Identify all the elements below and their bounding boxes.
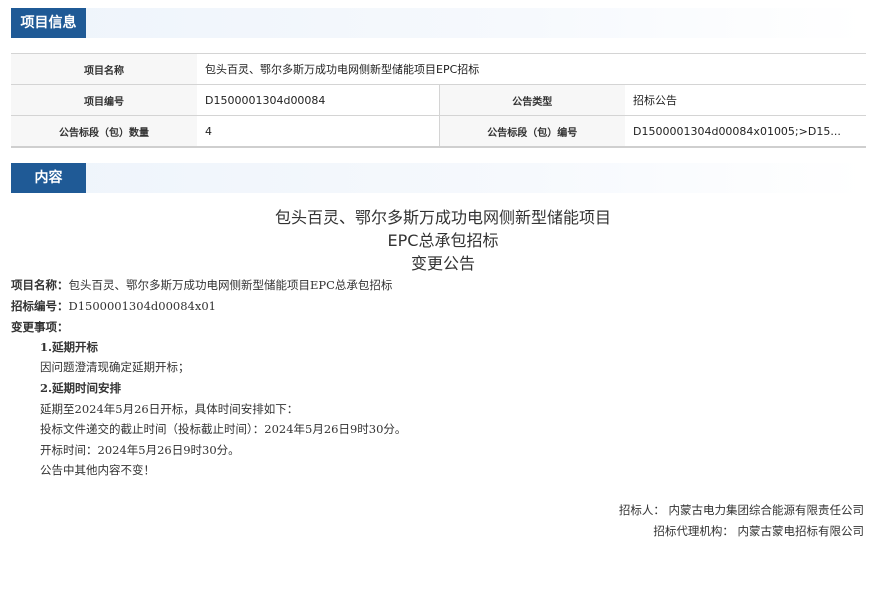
document-title-line2: EPC总承包招标 [387, 231, 499, 250]
lot-count-label: 公告标段（包）数量 [11, 115, 197, 148]
item1-title: 1.延期开标 [40, 340, 99, 354]
item2-line4: 公告中其他内容不变！ [40, 463, 155, 477]
content-header: 内容 [11, 163, 866, 193]
project-name-label: 项目名称 [11, 53, 197, 85]
project-name-line-label: 项目名称： [11, 278, 69, 292]
item2-line1: 延期至2024年5月26日开标，具体时间安排如下： [40, 402, 299, 416]
project-no-label: 项目编号 [11, 84, 197, 116]
change-items-label: 变更事项： [11, 320, 69, 334]
project-name-line-value: 包头百灵、鄂尔多斯万成功电网侧新型储能项目EPC总承包招标 [68, 278, 393, 292]
document-title-line3: 变更公告 [410, 254, 475, 273]
table-row: 项目编号 D1500001304d00084 公告类型 招标公告 [11, 84, 867, 116]
item2-line2: 投标文件递交的截止时间（投标截止时间）：2024年5月26日9时30分。 [40, 422, 407, 436]
bid-no-value: D1500001304d00084x01 [68, 299, 216, 313]
table-row: 公告标段（包）数量 4 公告标段（包）编号 D1500001304d00084x… [11, 115, 867, 148]
item2-title: 2.延期时间安排 [40, 381, 122, 395]
project-no-value: D1500001304d00084 [197, 84, 439, 116]
notice-type-label: 公告类型 [438, 84, 625, 116]
project-name-line: 项目名称：包头百灵、鄂尔多斯万成功电网侧新型储能项目EPC总承包招标 [11, 277, 392, 293]
project-info-title: 项目信息 [11, 8, 86, 38]
notice-type-value: 招标公告 [625, 84, 867, 116]
bid-no-label: 招标编号： [11, 299, 69, 313]
agency-line: 招标代理机构： 内蒙古蒙电招标有限公司 [653, 524, 864, 538]
project-info-table: 项目名称 包头百灵、鄂尔多斯万成功电网侧新型储能项目EPC招标 项目编号 D15… [11, 53, 867, 148]
project-info-header: 项目信息 [11, 8, 866, 38]
item1-text: 因问题澄清现确定延期开标； [40, 360, 190, 374]
project-name-value: 包头百灵、鄂尔多斯万成功电网侧新型储能项目EPC招标 [197, 53, 867, 85]
item2-line3: 开标时间：2024年5月26日9时30分。 [40, 443, 240, 457]
bid-no-line: 招标编号：D1500001304d00084x01 [11, 298, 216, 314]
lot-no-value[interactable]: D1500001304d00084x01005;>D15... [625, 115, 867, 148]
table-row: 项目名称 包头百灵、鄂尔多斯万成功电网侧新型储能项目EPC招标 [11, 53, 867, 85]
tenderer-line: 招标人： 内蒙古电力集团综合能源有限责任公司 [618, 503, 864, 517]
document-title-line1: 包头百灵、鄂尔多斯万成功电网侧新型储能项目 [274, 208, 611, 227]
content-title: 内容 [11, 163, 86, 193]
lot-no-label: 公告标段（包）编号 [438, 115, 625, 148]
lot-count-value: 4 [197, 115, 439, 148]
